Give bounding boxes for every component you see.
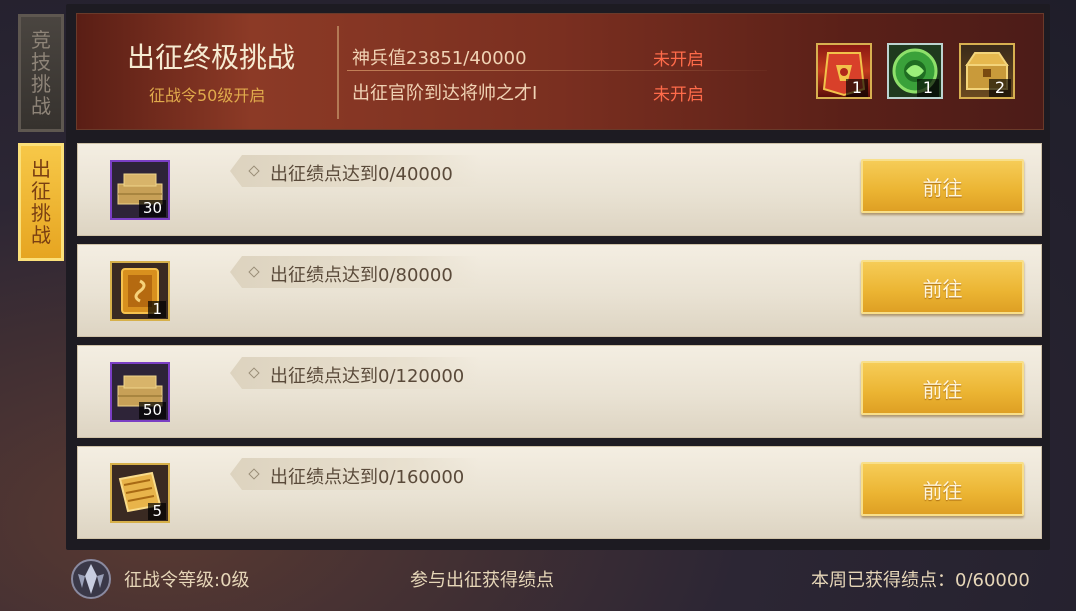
task-reward-slot[interactable]: 1 (110, 261, 170, 321)
reward-slot-1[interactable]: 1 (816, 43, 872, 99)
condition-weapon-value: 神兵值23851/40000 (352, 48, 527, 69)
reward-count: 30 (138, 200, 166, 217)
reward-slot-2[interactable]: 1 (887, 43, 943, 99)
go-button[interactable]: 前往 (861, 159, 1024, 213)
rank-emblem-icon (71, 559, 111, 599)
banner-title: 出征终极挑战 (127, 41, 296, 74)
reward-count: 1 (845, 79, 868, 97)
task-row: 50 出征绩点达到0/120000 前往 (77, 345, 1042, 438)
task-label-plate: 出征绩点达到0/40000 (230, 155, 480, 187)
condition-rank-status: 未开启 (653, 85, 704, 105)
diamond-bullet-icon (248, 266, 260, 278)
banner-subtitle: 征战令50级开启 (149, 86, 266, 105)
reward-count: 1 (148, 301, 166, 318)
banner-divider (337, 26, 339, 119)
tab-arena-challenge-label: 竞技挑战 (31, 28, 51, 118)
task-label: 出征绩点达到0/40000 (270, 164, 453, 185)
footer-hint-text: 参与出征获得绩点 (410, 570, 554, 591)
go-button[interactable]: 前往 (861, 260, 1024, 314)
condition-weapon-status: 未开启 (653, 50, 704, 70)
ultimate-challenge-banner: 出征终极挑战 征战令50级开启 神兵值23851/40000 未开启 出征官阶到… (76, 13, 1044, 130)
reward-count: 1 (916, 79, 939, 97)
tab-expedition-challenge-label: 出征挑战 (31, 157, 51, 247)
task-label-plate: 出征绩点达到0/80000 (230, 256, 480, 288)
task-row: 30 出征绩点达到0/40000 前往 (77, 143, 1042, 236)
task-label: 出征绩点达到0/120000 (270, 366, 465, 387)
go-button[interactable]: 前往 (861, 462, 1024, 516)
reward-count: 2 (988, 79, 1011, 97)
task-row: 5 出征绩点达到0/160000 前往 (77, 446, 1042, 539)
diamond-bullet-icon (248, 468, 260, 480)
tab-expedition-challenge[interactable]: 出征挑战 (18, 143, 64, 261)
reward-count: 50 (138, 402, 166, 419)
go-button[interactable]: 前往 (861, 361, 1024, 415)
task-reward-slot[interactable]: 30 (110, 160, 170, 220)
task-reward-slot[interactable]: 5 (110, 463, 170, 523)
task-row: 1 出征绩点达到0/80000 前往 (77, 244, 1042, 337)
task-label-plate: 出征绩点达到0/160000 (230, 458, 480, 490)
tab-arena-challenge[interactable]: 竞技挑战 (18, 14, 64, 132)
task-reward-slot[interactable]: 50 (110, 362, 170, 422)
task-label: 出征绩点达到0/80000 (270, 265, 453, 286)
weekly-points-text: 本周已获得绩点：0/60000 (811, 570, 1030, 591)
condition-divider (347, 70, 767, 71)
diamond-bullet-icon (248, 165, 260, 177)
reward-slot-3[interactable]: 2 (959, 43, 1015, 99)
order-level-text: 征战令等级:0级 (124, 570, 250, 591)
footer-bar: 征战令等级:0级 参与出征获得绩点 本周已获得绩点：0/60000 (66, 548, 1050, 611)
task-label-plate: 出征绩点达到0/120000 (230, 357, 480, 389)
diamond-bullet-icon (248, 367, 260, 379)
condition-rank: 出征官阶到达将帅之才I (352, 83, 538, 104)
reward-count: 5 (148, 503, 166, 520)
task-label: 出征绩点达到0/160000 (270, 467, 465, 488)
